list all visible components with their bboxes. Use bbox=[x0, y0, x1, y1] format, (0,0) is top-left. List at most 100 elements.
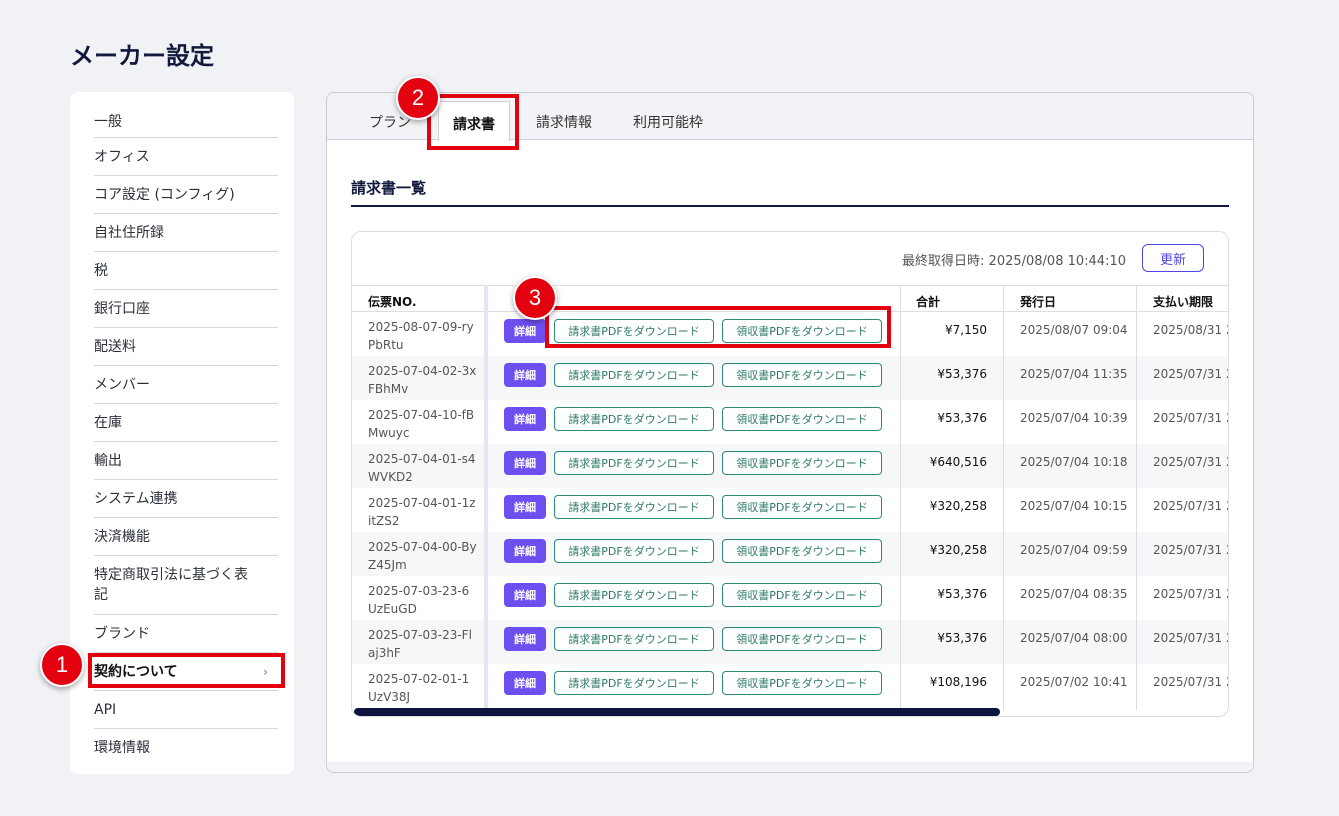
download-receipt-pdf-button[interactable]: 領収書PDFをダウンロード bbox=[722, 495, 882, 519]
slip-number: 2025-07-04-00-ByZ45Jm bbox=[368, 540, 477, 572]
detail-button[interactable]: 詳細 bbox=[504, 583, 546, 607]
download-receipt-pdf-button[interactable]: 領収書PDFをダウンロード bbox=[722, 627, 882, 651]
panel-footer bbox=[327, 762, 1253, 772]
due-date: 2025/07/31 23 bbox=[1153, 367, 1228, 381]
column-header-issued: 発行日 bbox=[1020, 295, 1057, 309]
download-invoice-pdf-button[interactable]: 請求書PDFをダウンロード bbox=[554, 495, 714, 519]
section-divider bbox=[351, 205, 1229, 207]
invoice-table-card: 最終取得日時: 2025/08/08 10:44:10 更新 伝票NO. 合計 … bbox=[351, 231, 1229, 717]
highlight-box-invoice-tab bbox=[427, 94, 519, 150]
issued-date: 2025/07/04 08:00 bbox=[1020, 631, 1128, 645]
due-date: 2025/07/31 23 bbox=[1153, 455, 1228, 469]
sidebar-item-export[interactable]: 輸出 bbox=[94, 442, 278, 480]
detail-button[interactable]: 詳細 bbox=[504, 407, 546, 431]
page-title: メーカー設定 bbox=[70, 42, 214, 70]
due-date: 2025/07/31 23 bbox=[1153, 543, 1228, 557]
sidebar-item-label: 配送料 bbox=[94, 338, 136, 355]
sidebar-item-label: 自社住所録 bbox=[94, 224, 164, 241]
download-invoice-pdf-button[interactable]: 請求書PDFをダウンロード bbox=[554, 363, 714, 387]
step-badge-1: 1 bbox=[40, 643, 84, 687]
download-receipt-pdf-button[interactable]: 領収書PDFをダウンロード bbox=[722, 407, 882, 431]
sidebar-item-system-integration[interactable]: システム連携 bbox=[94, 480, 278, 518]
sidebar-item-general[interactable]: 一般 bbox=[94, 106, 278, 138]
slip-number: 2025-07-04-02-3xFBhMv bbox=[368, 364, 477, 396]
total-amount: ¥53,376 bbox=[937, 367, 987, 381]
download-invoice-pdf-button[interactable]: 請求書PDFをダウンロード bbox=[554, 583, 714, 607]
sidebar-item-label: メンバー bbox=[94, 376, 150, 393]
sticky-column-shadow bbox=[484, 285, 488, 710]
sidebar-item-payment[interactable]: 決済機能 bbox=[94, 518, 278, 556]
sidebar-item-core-config[interactable]: コア設定 (コンフィグ) bbox=[94, 176, 278, 214]
sidebar-item-label: 環境情報 bbox=[94, 740, 150, 756]
sidebar-item-label: コア設定 (コンフィグ) bbox=[94, 186, 235, 203]
download-invoice-pdf-button[interactable]: 請求書PDFをダウンロード bbox=[554, 671, 714, 695]
step-badge-3: 3 bbox=[513, 276, 557, 320]
tab-billing-info[interactable]: 請求情報 bbox=[536, 112, 592, 132]
sidebar-item-environment[interactable]: 環境情報 bbox=[94, 729, 278, 767]
due-date: 2025/07/31 23 bbox=[1153, 631, 1228, 645]
issued-date: 2025/07/04 10:15 bbox=[1020, 499, 1128, 513]
refresh-button[interactable]: 更新 bbox=[1142, 244, 1204, 272]
sidebar-item-label: 銀行口座 bbox=[94, 300, 150, 317]
column-header-due: 支払い期限 bbox=[1153, 295, 1214, 309]
slip-number: 2025-07-03-23-6UzEuGD bbox=[368, 584, 470, 616]
sidebar-item-label: オフィス bbox=[94, 148, 150, 165]
detail-button[interactable]: 詳細 bbox=[504, 363, 546, 387]
detail-button[interactable]: 詳細 bbox=[504, 539, 546, 563]
sidebar-item-label: ブランド bbox=[94, 625, 150, 642]
slip-number: 2025-07-03-23-Flaj3hF bbox=[368, 628, 472, 660]
sidebar-item-label: 税 bbox=[94, 262, 108, 279]
download-receipt-pdf-button[interactable]: 領収書PDFをダウンロード bbox=[722, 539, 882, 563]
detail-button[interactable]: 詳細 bbox=[504, 671, 546, 695]
column-divider bbox=[1136, 285, 1137, 710]
tab-available-credit[interactable]: 利用可能枠 bbox=[633, 112, 703, 132]
section-title: 請求書一覧 bbox=[351, 179, 427, 197]
column-header-total: 合計 bbox=[916, 295, 941, 309]
download-receipt-pdf-button[interactable]: 領収書PDFをダウンロード bbox=[722, 363, 882, 387]
sidebar-item-address-book[interactable]: 自社住所録 bbox=[94, 214, 278, 252]
download-receipt-pdf-button[interactable]: 領収書PDFをダウンロード bbox=[722, 671, 882, 695]
issued-date: 2025/08/07 09:04 bbox=[1020, 323, 1128, 337]
horizontal-scrollbar[interactable] bbox=[354, 708, 1000, 716]
slip-number: 2025-07-04-10-fBMwuyc bbox=[368, 408, 475, 440]
highlight-box-pdf-buttons bbox=[545, 306, 891, 348]
sidebar-item-api[interactable]: API bbox=[94, 691, 278, 729]
download-invoice-pdf-button[interactable]: 請求書PDFをダウンロード bbox=[554, 627, 714, 651]
sidebar-item-label: 一般 bbox=[94, 113, 122, 130]
download-receipt-pdf-button[interactable]: 領収書PDFをダウンロード bbox=[722, 451, 882, 475]
due-date: 2025/07/31 23 bbox=[1153, 675, 1228, 689]
detail-button[interactable]: 詳細 bbox=[504, 495, 546, 519]
detail-button[interactable]: 詳細 bbox=[504, 319, 546, 343]
slip-number: 2025-07-02-01-1UzV38J bbox=[368, 672, 470, 704]
column-divider bbox=[1003, 285, 1004, 710]
sidebar-item-members[interactable]: メンバー bbox=[94, 366, 278, 404]
total-amount: ¥320,258 bbox=[929, 543, 987, 557]
download-receipt-pdf-button[interactable]: 領収書PDFをダウンロード bbox=[722, 583, 882, 607]
sidebar-item-label: 決済機能 bbox=[94, 528, 150, 545]
due-date: 2025/07/31 23 bbox=[1153, 499, 1228, 513]
sidebar-item-inventory[interactable]: 在庫 bbox=[94, 404, 278, 442]
slip-number: 2025-07-04-01-s4WVKD2 bbox=[368, 452, 476, 484]
sidebar-item-office[interactable]: オフィス bbox=[94, 138, 278, 176]
download-invoice-pdf-button[interactable]: 請求書PDFをダウンロード bbox=[554, 407, 714, 431]
detail-button[interactable]: 詳細 bbox=[504, 451, 546, 475]
sidebar-item-brand[interactable]: ブランド bbox=[94, 615, 278, 653]
column-header-slip-no: 伝票NO. bbox=[368, 295, 417, 309]
issued-date: 2025/07/02 10:41 bbox=[1020, 675, 1128, 689]
issued-date: 2025/07/04 08:35 bbox=[1020, 587, 1128, 601]
total-amount: ¥53,376 bbox=[937, 631, 987, 645]
due-date: 2025/07/31 23 bbox=[1153, 587, 1228, 601]
issued-date: 2025/07/04 09:59 bbox=[1020, 543, 1128, 557]
download-invoice-pdf-button[interactable]: 請求書PDFをダウンロード bbox=[554, 451, 714, 475]
sidebar-item-tax[interactable]: 税 bbox=[94, 252, 278, 290]
sidebar-item-label: 特定商取引法に基づく表記 bbox=[94, 567, 248, 603]
sidebar-item-bank-account[interactable]: 銀行口座 bbox=[94, 290, 278, 328]
detail-button[interactable]: 詳細 bbox=[504, 627, 546, 651]
sidebar-item-shipping[interactable]: 配送料 bbox=[94, 328, 278, 366]
issued-date: 2025/07/04 11:35 bbox=[1020, 367, 1128, 381]
download-invoice-pdf-button[interactable]: 請求書PDFをダウンロード bbox=[554, 539, 714, 563]
sidebar-item-commerce-law[interactable]: 特定商取引法に基づく表記 bbox=[94, 556, 278, 615]
total-amount: ¥53,376 bbox=[937, 411, 987, 425]
contract-panel: プラン 請求書 請求情報 利用可能枠 請求書一覧 最終取得日時: 2025/08… bbox=[326, 92, 1254, 773]
slip-number: 2025-07-04-01-1zitZS2 bbox=[368, 496, 476, 528]
